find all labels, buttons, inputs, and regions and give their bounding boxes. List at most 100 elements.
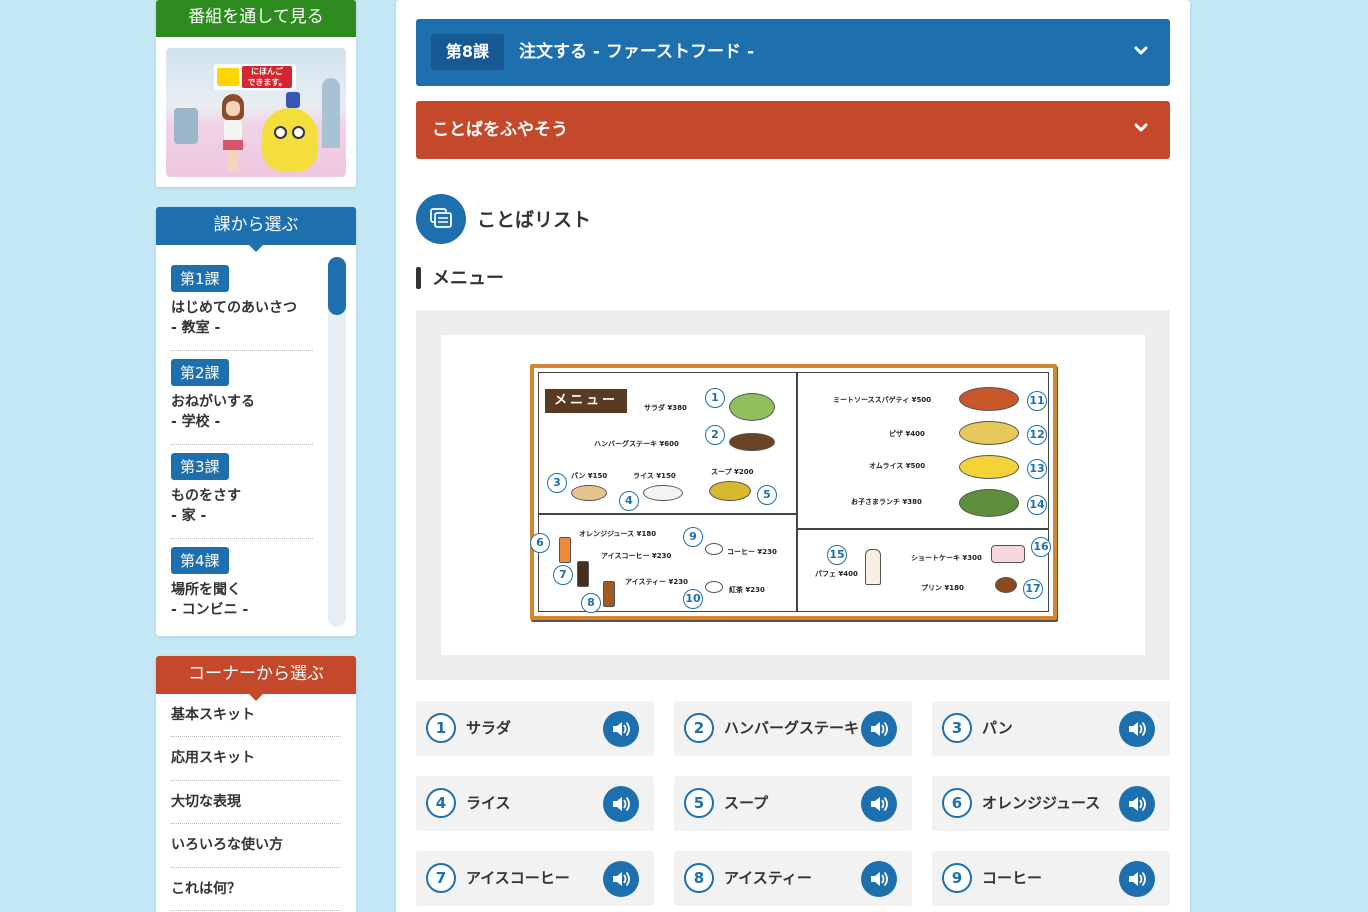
menu-item-number: 4 [619,491,639,511]
menu-item-number: 8 [581,593,601,613]
lesson-item[interactable]: 第2課 おねがいする - 学校 - [171,351,313,445]
word-number: 6 [942,788,972,818]
audio-play-button[interactable] [603,711,639,747]
shortcake-illustration [991,545,1025,563]
word-card: 3 パン [932,701,1170,756]
coffee-cup-illustration [705,543,723,555]
audio-play-button[interactable] [1119,861,1155,897]
word-list-icon [416,194,466,244]
menu-item-text: プリン ¥180 [921,584,964,592]
lesson-item[interactable]: 第4課 場所を聞く - コンビニ - [171,539,313,627]
menu-item-number: 7 [553,565,573,585]
lesson-tag: 第3課 [171,453,229,480]
word-card: 2 ハンバーグステーキ [674,701,912,756]
steak-illustration [729,433,775,451]
lesson-item[interactable]: 第1課 はじめてのあいさつ - 教室 - [171,257,313,351]
lesson-item[interactable]: 第3課 ものをさす - 家 - [171,445,313,539]
word-text: アイスコーヒー [466,869,570,887]
corner-item[interactable]: 基本スキット [171,694,341,738]
menu-item-number: 13 [1027,459,1047,479]
lesson-accordion[interactable]: 第8課 注文する - ファーストフード - [416,19,1170,86]
lesson-subtitle: - 教室 - [171,320,221,336]
menu-board: メニュー サラダ ¥380 1 ハンバーグステーキ ¥600 2 3 パン ¥1… [530,364,1057,620]
program-logo: にほんご できます。 [214,64,296,90]
audio-play-button[interactable] [1119,711,1155,747]
word-card: 6 オレンジジュース [932,776,1170,831]
chevron-down-icon [1134,46,1148,55]
lesson-tag: 第2課 [171,359,229,386]
menu-item-text: コーヒー ¥230 [727,548,777,556]
lesson-subtitle: - 家 - [171,508,207,524]
word-number: 4 [426,788,456,818]
soup-illustration [709,481,751,501]
tower-illustration [322,78,340,148]
word-card: 9 コーヒー [932,851,1170,906]
menu-item-text: ハンバーグステーキ ¥600 [594,440,679,448]
menu-item-number: 10 [683,589,703,609]
corner-item[interactable]: いろいろな使い方 [171,824,341,868]
audio-play-button[interactable] [1119,786,1155,822]
corner-item[interactable]: これは何？ [171,868,341,911]
corner-list: 基本スキット 応用スキット 大切な表現 いろいろな使い方 これは何？ [171,694,341,911]
audio-play-button[interactable] [861,786,897,822]
menu-item-text: ピザ ¥400 [889,430,925,438]
menu-item-number: 2 [705,425,725,445]
menu-item-number: 5 [757,485,777,505]
lesson-title: 場所を聞く [171,582,241,598]
word-number: 9 [942,863,972,893]
menu-item-number: 12 [1027,425,1047,445]
menu-item-number: 11 [1027,391,1047,411]
speaker-icon [613,796,630,812]
section-title: ことばリスト [477,209,592,231]
menu-item-number: 3 [547,473,567,493]
lesson-subtitle: - コンビニ - [171,602,249,618]
word-text: ハンバーグステーキ [724,719,860,737]
girl-character [222,94,244,174]
audio-play-button[interactable] [861,861,897,897]
word-card: 4 ライス [416,776,654,831]
corner-item[interactable]: 大切な表現 [171,781,341,825]
menu-item-text: ショートケーキ ¥300 [911,554,982,562]
spaghetti-illustration [959,387,1019,411]
corner-item[interactable]: 応用スキット [171,737,341,781]
lesson-title: ものをさす [171,488,241,504]
menu-item-text: お子さまランチ ¥380 [851,498,922,506]
speaker-icon [1129,796,1146,812]
audio-play-button[interactable] [603,786,639,822]
word-card: 5 スープ [674,776,912,831]
lesson-tag: 第4課 [171,547,229,574]
audio-play-button[interactable] [603,861,639,897]
program-heading: 番組を通して見る [156,0,356,37]
menu-item-text: ライス ¥150 [633,472,676,480]
word-number: 1 [426,713,456,743]
word-text: コーヒー [982,869,1043,887]
pizza-illustration [959,421,1019,445]
word-text: アイスティー [724,869,812,887]
audio-play-button[interactable] [861,711,897,747]
word-number: 8 [684,863,714,893]
program-thumbnail[interactable]: にほんご できます。 [166,48,346,177]
speaker-icon [871,721,888,737]
parfait-illustration [865,549,881,585]
lesson-list: 第1課 はじめてのあいさつ - 教室 - 第2課 おねがいする - 学校 - 第… [171,257,313,627]
menu-item-text: アイスティー ¥230 [625,578,688,586]
word-text: パン [982,719,1013,737]
subsection-marker [416,267,421,289]
lesson-subtitle: - 学校 - [171,414,221,430]
scrollbar-thumb[interactable] [328,257,346,315]
chevron-down-icon [1134,123,1148,132]
lesson-title: はじめてのあいさつ [171,300,297,316]
menu-item-text: パフェ ¥400 [815,570,858,578]
yellow-mascot [262,108,318,172]
word-number: 7 [426,863,456,893]
lesson-scrollbar[interactable] [328,257,346,627]
bread-illustration [571,485,607,501]
words-accordion[interactable]: ことばをふやそう [416,101,1170,159]
menu-item-number: 16 [1031,537,1051,557]
rice-illustration [643,485,683,501]
menu-item-text: アイスコーヒー ¥230 [601,552,672,560]
speaker-icon [613,871,630,887]
word-number: 2 [684,713,714,743]
lesson-bar-title: 注文する - ファーストフード - [519,42,755,62]
word-card: 8 アイスティー [674,851,912,906]
